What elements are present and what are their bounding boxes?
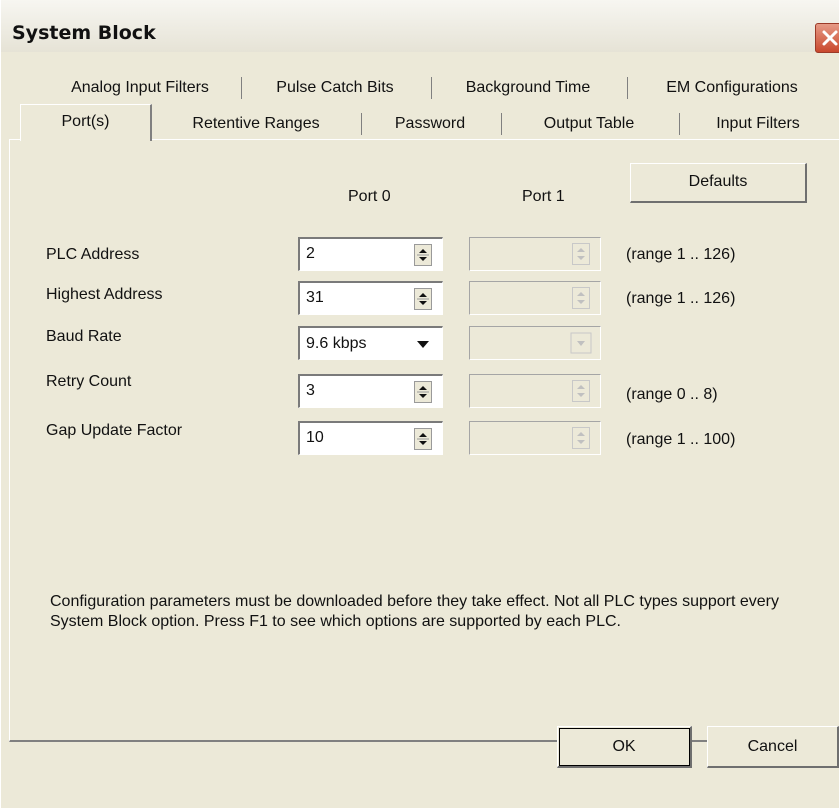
retry-count-range: (range 0 .. 8): [626, 386, 718, 403]
highest-address-label: Highest Address: [46, 286, 163, 303]
chevron-down-icon: [570, 332, 592, 354]
tab-password[interactable]: Password: [360, 110, 502, 139]
highest-address-port0-spinner[interactable]: 31: [298, 281, 443, 315]
highest-address-port1-spinner: [469, 281, 601, 315]
spin-arrows-icon: [572, 427, 590, 449]
tab-em-configurations[interactable]: EM Configurations: [626, 74, 838, 102]
tab-retentive-ranges[interactable]: Retentive Ranges: [152, 110, 362, 139]
tab-input-filters[interactable]: Input Filters: [678, 110, 838, 139]
spin-arrows-icon[interactable]: [414, 381, 432, 403]
defaults-button[interactable]: Defaults: [630, 163, 807, 203]
title-bar: System Block: [0, 0, 839, 53]
gap-update-factor-port0-value: 10: [306, 429, 324, 446]
ok-button[interactable]: OK: [557, 726, 692, 768]
plc-address-port0-spinner[interactable]: 2: [298, 237, 443, 271]
tab-background-time[interactable]: Background Time: [430, 74, 628, 102]
spin-arrows-icon[interactable]: [414, 244, 432, 266]
plc-address-port0-value: 2: [306, 245, 315, 262]
spin-arrows-icon[interactable]: [414, 288, 432, 310]
port1-header: Port 1: [522, 188, 565, 205]
gap-update-factor-port0-spinner[interactable]: 10: [298, 421, 443, 455]
spin-arrows-icon: [572, 287, 590, 309]
retry-count-label: Retry Count: [46, 373, 132, 390]
plc-address-port1-spinner: [469, 237, 601, 271]
gap-update-factor-label: Gap Update Factor: [46, 422, 183, 439]
spin-arrows-icon: [572, 380, 590, 402]
info-text: Configuration parameters must be downloa…: [50, 593, 779, 630]
chevron-down-icon[interactable]: [412, 333, 434, 355]
highest-address-range: (range 1 .. 126): [626, 290, 736, 307]
tab-output-table[interactable]: Output Table: [500, 110, 680, 139]
spin-arrows-icon[interactable]: [414, 428, 432, 450]
baud-rate-port1-select: [469, 326, 601, 360]
tab-pulse-catch-bits[interactable]: Pulse Catch Bits: [240, 74, 432, 102]
baud-rate-port0-select[interactable]: 9.6 kbps: [298, 326, 443, 360]
gap-update-factor-port1-spinner: [469, 421, 601, 455]
baud-rate-port0-value: 9.6 kbps: [306, 335, 367, 352]
tab-analog-input-filters[interactable]: Analog Input Filters: [40, 74, 242, 102]
retry-count-port0-spinner[interactable]: 3: [298, 374, 443, 408]
plc-address-range: (range 1 .. 126): [626, 246, 736, 263]
window-title: System Block: [12, 22, 156, 44]
retry-count-port1-spinner: [469, 374, 601, 408]
baud-rate-label: Baud Rate: [46, 328, 122, 345]
cancel-button[interactable]: Cancel: [707, 726, 839, 768]
gap-update-factor-range: (range 1 .. 100): [626, 431, 736, 448]
retry-count-port0-value: 3: [306, 382, 315, 399]
spin-arrows-icon: [572, 243, 590, 265]
highest-address-port0-value: 31: [306, 289, 324, 306]
close-icon: [822, 30, 838, 46]
port0-header: Port 0: [348, 188, 391, 205]
system-block-dialog: System Block Analog Input Filters Pulse …: [0, 0, 839, 808]
plc-address-label: PLC Address: [46, 246, 140, 263]
close-button[interactable]: [815, 23, 839, 53]
tab-ports[interactable]: Port(s): [20, 104, 152, 141]
